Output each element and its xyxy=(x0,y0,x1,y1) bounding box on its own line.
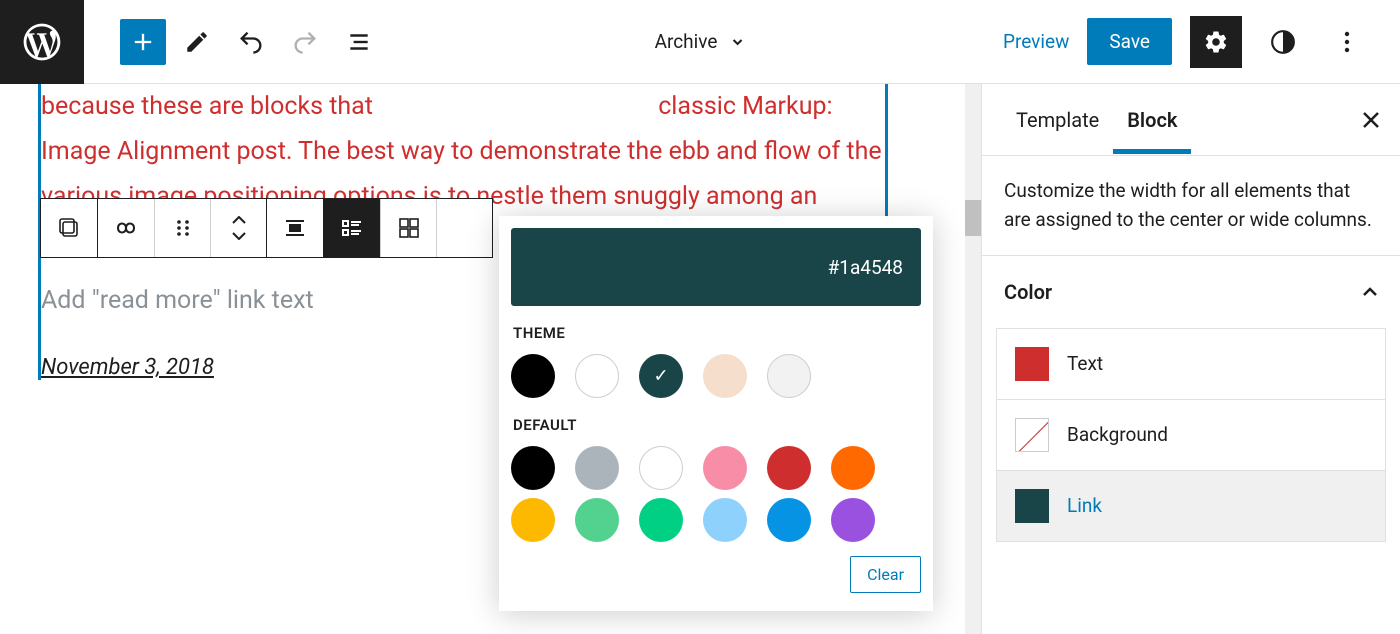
color-section-header[interactable]: Color xyxy=(982,256,1400,328)
kebab-icon xyxy=(1344,30,1350,54)
theme-colors-label: THEME xyxy=(513,324,921,342)
scrollbar-track[interactable] xyxy=(965,84,981,634)
color-row-text[interactable]: Text xyxy=(996,328,1386,400)
color-swatch[interactable] xyxy=(703,498,747,542)
tab-template[interactable]: Template xyxy=(1002,86,1113,154)
color-section-label: Color xyxy=(1004,280,1052,304)
default-swatches-row1 xyxy=(511,446,921,490)
wordpress-logo[interactable] xyxy=(0,0,84,84)
color-swatch[interactable] xyxy=(575,354,619,398)
settings-sidebar: Template Block Customize the width for a… xyxy=(981,84,1400,634)
color-rows: Text Background Link xyxy=(982,328,1400,556)
list-icon xyxy=(341,217,363,239)
color-swatch[interactable] xyxy=(639,498,683,542)
undo-button[interactable] xyxy=(228,19,274,65)
redo-button[interactable] xyxy=(282,19,328,65)
color-swatch[interactable] xyxy=(511,498,555,542)
block-type-button[interactable] xyxy=(41,199,97,257)
default-swatches-row2 xyxy=(511,498,921,542)
tab-block[interactable]: Block xyxy=(1113,86,1191,154)
block-description: Customize the width for all elements tha… xyxy=(982,156,1400,255)
background-color-chip xyxy=(1015,418,1049,452)
contrast-icon xyxy=(1270,29,1296,55)
align-center-icon xyxy=(284,217,306,239)
list-view-button[interactable] xyxy=(324,199,380,257)
block-toolbar xyxy=(40,198,493,258)
hex-value-label: #1a4548 xyxy=(828,256,903,279)
editor-canvas[interactable]: because these are blocks that classic Ma… xyxy=(0,84,981,634)
color-swatch[interactable] xyxy=(767,354,811,398)
toolbar-right: Preview Save xyxy=(1003,16,1400,68)
default-colors-label: DEFAULT xyxy=(513,416,921,434)
chevron-up-icon xyxy=(232,216,246,224)
color-swatch[interactable] xyxy=(575,446,619,490)
styles-button[interactable] xyxy=(1260,19,1306,65)
color-section: Color Text Background Link xyxy=(982,255,1400,556)
document-title[interactable]: Archive xyxy=(655,30,746,53)
color-swatch[interactable] xyxy=(639,446,683,490)
color-swatch[interactable] xyxy=(703,446,747,490)
sidebar-tabs: Template Block xyxy=(982,84,1400,156)
grid-icon xyxy=(398,217,420,239)
chevron-down-icon xyxy=(232,232,246,240)
preview-button[interactable]: Preview xyxy=(1003,30,1069,53)
background-color-label: Background xyxy=(1067,423,1168,446)
color-swatch[interactable] xyxy=(831,446,875,490)
settings-button[interactable] xyxy=(1190,16,1242,68)
drag-handle-button[interactable] xyxy=(154,199,210,257)
color-picker-popover: #1a4548 THEME DEFAULT Clear xyxy=(499,216,933,611)
close-sidebar-button[interactable] xyxy=(1362,111,1380,129)
text-color-chip xyxy=(1015,347,1049,381)
chevron-up-icon xyxy=(1362,287,1378,297)
top-toolbar: Archive Preview Save xyxy=(0,0,1400,84)
theme-swatches xyxy=(511,354,921,398)
chevron-down-icon xyxy=(729,34,745,50)
more-columns-button[interactable] xyxy=(436,199,492,257)
color-swatch[interactable] xyxy=(767,446,811,490)
document-title-label: Archive xyxy=(655,30,718,53)
grid-view-button[interactable] xyxy=(380,199,436,257)
add-block-button[interactable] xyxy=(120,19,166,65)
color-swatch[interactable] xyxy=(703,354,747,398)
text-color-label: Text xyxy=(1067,352,1103,375)
color-row-background[interactable]: Background xyxy=(996,400,1386,471)
clear-color-button[interactable]: Clear xyxy=(850,556,921,593)
move-handle-button[interactable] xyxy=(210,199,266,257)
close-icon xyxy=(1362,111,1380,129)
link-color-label: Link xyxy=(1067,494,1102,517)
more-options-button[interactable] xyxy=(1324,19,1370,65)
drag-icon xyxy=(174,219,192,237)
document-overview-button[interactable] xyxy=(336,19,382,65)
color-swatch[interactable] xyxy=(639,354,683,398)
color-swatch[interactable] xyxy=(511,354,555,398)
color-swatch[interactable] xyxy=(575,498,619,542)
color-swatch[interactable] xyxy=(831,498,875,542)
scrollbar-thumb[interactable] xyxy=(965,200,981,236)
color-swatch[interactable] xyxy=(767,498,811,542)
link-color-chip xyxy=(1015,489,1049,523)
edit-mode-button[interactable] xyxy=(174,19,220,65)
hex-preview[interactable]: #1a4548 xyxy=(511,228,921,306)
block-loop-button[interactable] xyxy=(98,199,154,257)
color-row-link[interactable]: Link xyxy=(996,471,1386,542)
gear-icon xyxy=(1203,29,1229,55)
color-swatch[interactable] xyxy=(511,446,555,490)
save-button[interactable]: Save xyxy=(1087,18,1172,65)
editor-tools xyxy=(120,19,382,65)
align-button[interactable] xyxy=(267,199,323,257)
